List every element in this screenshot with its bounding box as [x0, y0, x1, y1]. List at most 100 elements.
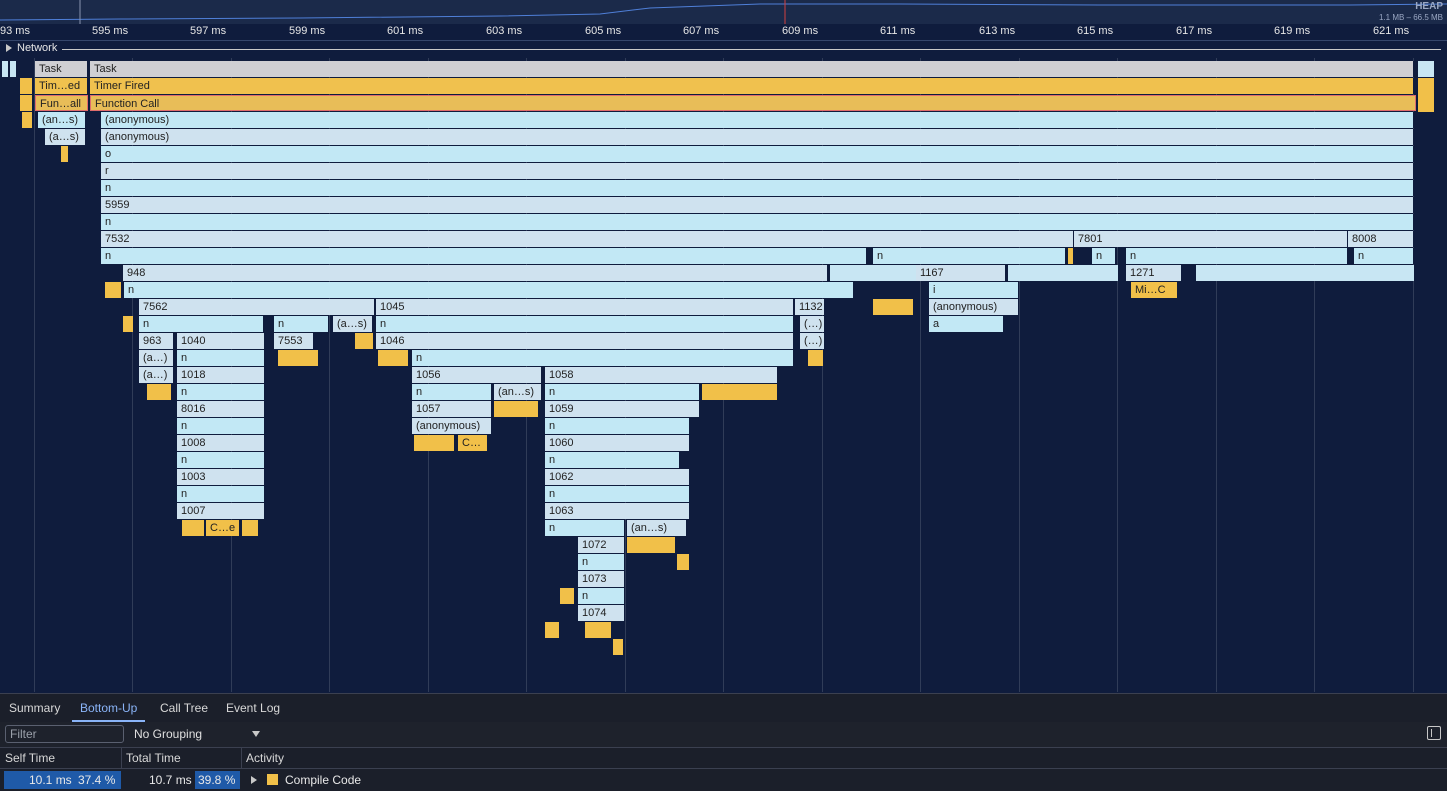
event-sliver[interactable] [585, 622, 611, 638]
js-frame[interactable]: 1062 [545, 469, 690, 485]
event-sliver[interactable] [10, 61, 16, 77]
event-sliver[interactable] [105, 282, 121, 298]
js-frame[interactable]: n [101, 248, 867, 264]
js-frame[interactable]: 7801 [1074, 231, 1348, 247]
compile-event[interactable]: Mi…C [1131, 282, 1178, 298]
js-frame[interactable]: (anonymous) [929, 299, 1019, 315]
column-header-total-time[interactable]: Total Time [121, 748, 241, 768]
js-frame[interactable]: 1271 [1126, 265, 1182, 281]
task-event[interactable]: Task [90, 61, 1414, 77]
js-frame[interactable]: (a…) [139, 350, 174, 366]
event-sliver[interactable] [873, 299, 913, 315]
js-frame[interactable]: 5959 [101, 197, 1414, 213]
js-frame[interactable]: n [101, 214, 1414, 230]
sidebar-toggle-icon[interactable] [1427, 726, 1441, 740]
js-frame[interactable]: (anonymous) [101, 112, 1414, 128]
js-frame[interactable]: 7553 [274, 333, 314, 349]
timer-fired-event[interactable]: Tim…ed [35, 78, 88, 94]
js-frame[interactable]: 1132 [795, 299, 825, 315]
event-sliver[interactable] [1418, 61, 1434, 77]
js-frame[interactable]: n [177, 418, 265, 434]
table-row[interactable]: 10.1 ms 37.4 % 10.7 ms 39.8 % Compile Co… [0, 769, 1447, 791]
js-frame[interactable]: 1056 [412, 367, 542, 383]
js-frame[interactable]: n [1126, 248, 1348, 264]
js-frame[interactable]: n [545, 418, 690, 434]
tab-event-log[interactable]: Event Log [226, 694, 280, 722]
js-frame[interactable]: (an…s) [38, 112, 86, 128]
event-sliver[interactable] [123, 316, 133, 332]
js-frame[interactable]: 1045 [376, 299, 794, 315]
js-frame[interactable]: 8016 [177, 401, 265, 417]
js-frame[interactable]: n [177, 486, 265, 502]
js-frame[interactable]: (…) [800, 333, 825, 349]
js-frame[interactable]: n [124, 282, 854, 298]
event-sliver[interactable] [1196, 265, 1414, 281]
js-frame[interactable]: (a…s) [45, 129, 86, 145]
js-frame[interactable]: n [545, 520, 625, 536]
js-frame[interactable]: 1003 [177, 469, 265, 485]
js-frame[interactable]: n [1354, 248, 1414, 264]
time-ruler[interactable]: 93 ms 595 ms 597 ms 599 ms 601 ms 603 ms… [0, 24, 1447, 41]
js-frame[interactable]: 8008 [1348, 231, 1414, 247]
js-frame[interactable]: (anonymous) [101, 129, 1414, 145]
js-frame[interactable]: 1057 [412, 401, 492, 417]
js-frame[interactable]: 1008 [177, 435, 265, 451]
task-event[interactable]: Task [35, 61, 88, 77]
function-call-event[interactable]: Fun…all [35, 95, 88, 111]
event-sliver[interactable] [494, 401, 538, 417]
event-sliver[interactable] [1008, 265, 1118, 281]
js-frame[interactable]: (…) [800, 316, 825, 332]
js-frame[interactable]: 963 [139, 333, 174, 349]
tab-bottom-up[interactable]: Bottom-Up [72, 694, 146, 722]
event-sliver[interactable] [545, 622, 559, 638]
js-frame[interactable]: (a…s) [333, 316, 373, 332]
js-frame[interactable]: 1059 [545, 401, 700, 417]
js-frame[interactable]: n [177, 452, 265, 468]
js-frame[interactable]: n [177, 384, 265, 400]
timer-fired-event[interactable]: Timer Fired [90, 78, 1414, 94]
js-frame[interactable]: n [274, 316, 329, 332]
event-sliver[interactable] [830, 265, 918, 281]
js-frame[interactable]: n [545, 384, 700, 400]
js-frame[interactable]: 1074 [578, 605, 625, 621]
js-frame[interactable]: n [578, 588, 625, 604]
js-frame[interactable]: r [101, 163, 1414, 179]
js-frame[interactable]: 7532 [101, 231, 1074, 247]
js-frame[interactable]: 1018 [177, 367, 265, 383]
event-sliver[interactable] [61, 146, 68, 162]
tab-summary[interactable]: Summary [9, 694, 60, 722]
js-frame[interactable]: n [1092, 248, 1116, 264]
column-header-activity[interactable]: Activity [241, 748, 541, 768]
event-sliver[interactable] [627, 537, 675, 553]
js-frame[interactable]: n [412, 384, 492, 400]
event-sliver[interactable] [182, 520, 204, 536]
expand-arrow-icon[interactable] [251, 776, 257, 784]
event-sliver[interactable] [613, 639, 623, 655]
event-sliver[interactable] [1418, 78, 1434, 112]
js-frame[interactable]: 7562 [139, 299, 375, 315]
compile-event[interactable]: C…e [206, 520, 240, 536]
js-frame[interactable]: 1046 [376, 333, 794, 349]
event-sliver[interactable] [560, 588, 574, 604]
js-frame[interactable]: 1167 [916, 265, 1006, 281]
function-call-event[interactable]: Function Call [90, 95, 1416, 111]
event-sliver[interactable] [22, 112, 32, 128]
event-sliver[interactable] [147, 384, 171, 400]
js-frame[interactable]: 1007 [177, 503, 265, 519]
event-sliver[interactable] [242, 520, 258, 536]
expand-arrow-icon[interactable] [6, 44, 12, 52]
js-frame[interactable]: n [376, 316, 794, 332]
js-frame[interactable]: n [412, 350, 794, 366]
js-frame[interactable]: 1040 [177, 333, 265, 349]
event-sliver[interactable] [414, 435, 454, 451]
js-frame[interactable]: n [177, 350, 265, 366]
js-frame[interactable]: 1063 [545, 503, 690, 519]
grouping-select[interactable]: No Grouping [134, 725, 262, 743]
js-frame[interactable]: n [873, 248, 1066, 264]
js-frame[interactable]: o [101, 146, 1414, 162]
event-sliver[interactable] [2, 61, 8, 77]
network-track[interactable]: Network [0, 41, 1447, 57]
event-sliver[interactable] [1068, 248, 1073, 264]
column-header-self-time[interactable]: Self Time [0, 748, 121, 768]
js-frame[interactable]: (an…s) [494, 384, 542, 400]
